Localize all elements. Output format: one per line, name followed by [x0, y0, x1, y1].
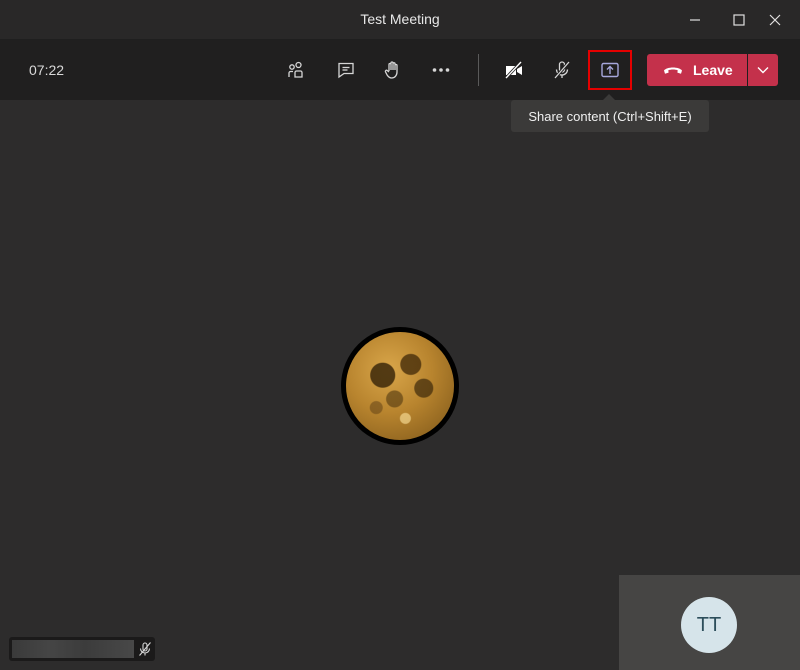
participants-icon: [288, 61, 303, 78]
close-button[interactable]: [752, 0, 798, 40]
meeting-toolbar: 07:22 Leave: [0, 40, 800, 100]
participant-avatar[interactable]: [341, 327, 459, 445]
camera-toggle-button[interactable]: [498, 54, 530, 86]
chat-button[interactable]: [330, 54, 362, 86]
participant-name-label: [9, 637, 155, 661]
leave-button[interactable]: Leave: [647, 54, 747, 86]
hang-up-icon: [664, 67, 682, 74]
participants-button[interactable]: [280, 54, 312, 86]
more-actions-icon: [432, 68, 450, 72]
close-icon: [769, 14, 781, 26]
self-view-tile[interactable]: TT: [619, 575, 800, 670]
more-actions-button[interactable]: [425, 54, 457, 86]
raise-hand-button[interactable]: [376, 54, 408, 86]
maximize-icon: [733, 14, 745, 26]
redacted-name: [12, 640, 134, 658]
leave-label: Leave: [693, 62, 733, 78]
minimize-button[interactable]: [672, 0, 718, 40]
self-avatar: TT: [681, 597, 737, 653]
raise-hand-icon: [384, 61, 398, 79]
title-bar: Test Meeting: [0, 0, 800, 40]
camera-off-icon: [504, 60, 523, 80]
share-content-button[interactable]: [594, 54, 626, 86]
mic-off-icon: [139, 642, 151, 656]
chat-icon: [338, 62, 354, 79]
share-content-icon: [601, 62, 619, 78]
toolbar-divider: [478, 54, 479, 86]
mic-toggle-button[interactable]: [546, 54, 578, 86]
meeting-timer: 07:22: [29, 62, 65, 78]
minimize-icon: [690, 19, 700, 21]
leave-options-button[interactable]: [748, 54, 778, 86]
mic-off-icon: [553, 61, 571, 79]
chevron-down-icon: [757, 67, 769, 74]
share-tooltip: Share content (Ctrl+Shift+E): [511, 94, 709, 132]
moon-image: [346, 332, 454, 440]
